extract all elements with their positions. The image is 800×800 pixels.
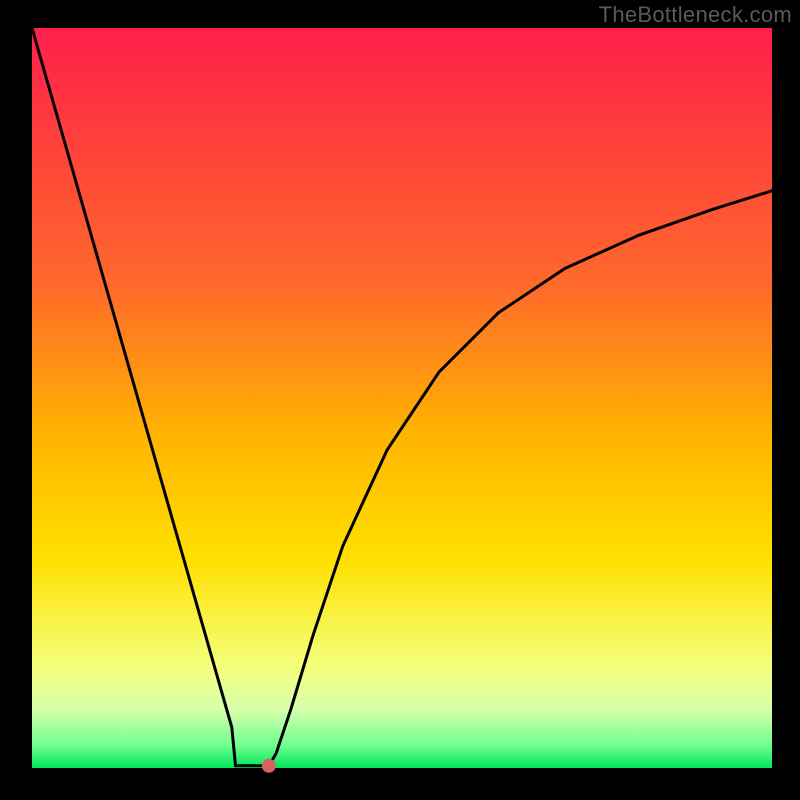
- chart-frame: TheBottleneck.com: [0, 0, 800, 800]
- plot-background: [32, 28, 772, 768]
- marker-dot: [262, 759, 276, 773]
- watermark-text: TheBottleneck.com: [599, 2, 792, 28]
- chart-svg: [0, 0, 800, 800]
